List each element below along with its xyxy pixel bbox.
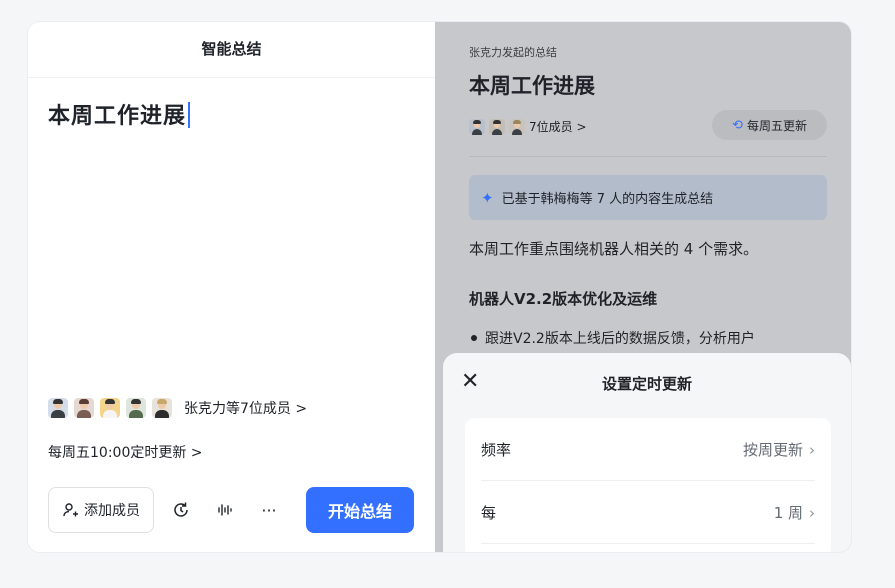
clock-refresh-icon <box>174 502 188 517</box>
avatar <box>489 118 505 135</box>
more-icon: ··· <box>261 500 277 520</box>
row-divider <box>481 543 815 544</box>
avatar <box>509 118 525 135</box>
weekly-update-label: 每周五更新 <box>746 118 807 133</box>
clock-refresh-icon: ⟲ <box>732 117 743 133</box>
divider <box>469 156 827 157</box>
frequency-row[interactable]: 频率 按周更新 › <box>481 418 815 480</box>
summary-card: 智能总结 本周工作进展 张克力等7位成员 > 每周五10:00定时更新 > 添加… <box>28 22 851 552</box>
preview-title: 本周工作进展 <box>469 74 595 98</box>
schedule-update-sheet: 设置定时更新 ✕ 频率 按周更新 › 每 1 周 › <box>443 353 851 552</box>
list-item-text: 跟进V2.2版本上线后的数据反馈，分析用户 <box>485 331 755 347</box>
start-summary-button[interactable]: 开始总结 <box>306 487 414 533</box>
text-caret <box>188 102 191 128</box>
bottom-toolbar: 添加成员 ··· 开始总结 <box>48 487 414 533</box>
ai-banner-text: 已基于韩梅梅等 7 人的内容生成总结 <box>501 192 714 207</box>
stage: 智能总结 本周工作进展 张克力等7位成员 > 每周五10:00定时更新 > 添加… <box>0 0 895 588</box>
schedule-link[interactable]: 每周五10:00定时更新 > <box>48 442 203 462</box>
weekly-update-badge[interactable]: ⟲ 每周五更新 <box>712 110 827 140</box>
add-person-icon <box>63 503 78 517</box>
sheet-title: 设置定时更新 <box>601 375 692 393</box>
panel-header: 智能总结 <box>28 22 435 78</box>
close-icon[interactable]: ✕ <box>461 371 479 393</box>
add-member-label: 添加成员 <box>84 503 140 519</box>
settings-group: 频率 按周更新 › 每 1 周 › <box>465 418 831 552</box>
editor-panel: 智能总结 本周工作进展 张克力等7位成员 > 每周五10:00定时更新 > 添加… <box>28 22 435 552</box>
row-value: 1 周 <box>773 503 803 522</box>
title-input[interactable]: 本周工作进展 <box>48 98 191 130</box>
row-label: 频率 <box>481 440 512 459</box>
avatar <box>100 398 120 418</box>
schedule-icon-button[interactable] <box>164 493 198 527</box>
summary-paragraph: 本周工作重点围绕机器人相关的 4 个需求。 <box>469 240 759 258</box>
preview-members-label: 7位成员 > <box>529 120 587 134</box>
preview-members[interactable]: 7位成员 > <box>469 118 587 135</box>
avatar <box>152 398 172 418</box>
initiator-label: 张克力发起的总结 <box>469 46 557 59</box>
interval-row[interactable]: 每 1 周 › <box>481 481 815 543</box>
avatar <box>469 118 485 135</box>
chevron-right-icon: › <box>809 503 815 522</box>
members-label: 张克力等7位成员 > <box>184 401 308 417</box>
section-heading: 机器人V2.2版本优化及运维 <box>469 290 658 308</box>
add-member-button[interactable]: 添加成员 <box>48 487 154 533</box>
avatar <box>74 398 94 418</box>
row-label: 每 <box>481 503 497 522</box>
members-selector[interactable]: 张克力等7位成员 > <box>48 398 307 418</box>
title-text: 本周工作进展 <box>48 104 187 129</box>
avatar <box>126 398 146 418</box>
voice-button[interactable] <box>208 493 242 527</box>
chevron-right-icon: › <box>809 440 815 459</box>
bullet-dot <box>471 335 477 341</box>
ai-generated-banner: ✦ 已基于韩梅梅等 7 人的内容生成总结 <box>469 175 827 220</box>
row-value: 按周更新 <box>742 440 803 459</box>
preview-panel: 张克力发起的总结 本周工作进展 7位成员 > ⟲ 每周五更新 ✦ 已基于韩梅梅等… <box>435 22 851 552</box>
more-button[interactable]: ··· <box>252 493 286 527</box>
avatar <box>48 398 68 418</box>
voice-wave-icon <box>218 504 232 516</box>
list-item: 跟进V2.2版本上线后的数据反馈，分析用户 <box>469 328 755 348</box>
sparkle-icon: ✦ <box>481 188 494 207</box>
